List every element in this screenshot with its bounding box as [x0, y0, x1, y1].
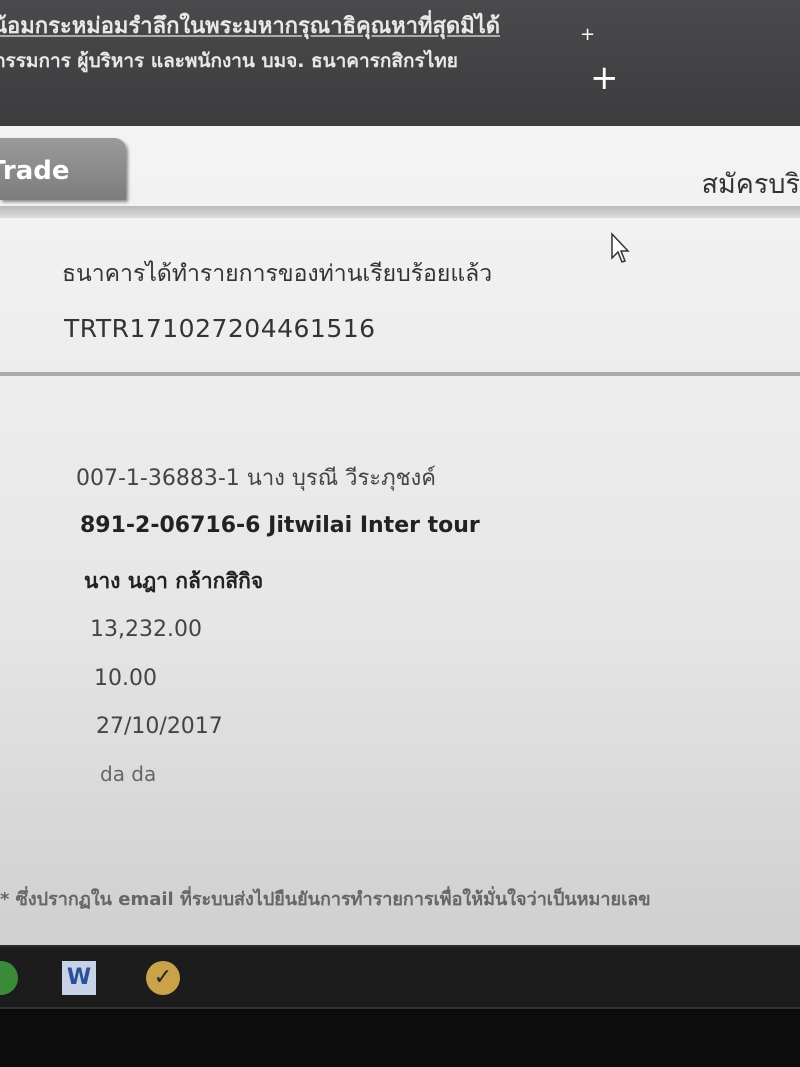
- from-account: 007-1-36883-1 นาง บุรณี วีระภุชงค์: [76, 466, 436, 491]
- transfer-date: 27/10/2017: [96, 714, 223, 739]
- mouse-cursor-icon: [611, 232, 630, 263]
- recipient-name: นาง นฎา กล้ากสิกิจ: [84, 569, 264, 593]
- register-link[interactable]: สมัครบริ: [702, 162, 800, 205]
- app-green-icon[interactable]: [0, 961, 18, 995]
- taskbar: W ✓: [0, 945, 800, 1007]
- checkmark-app-icon[interactable]: ✓: [146, 961, 180, 995]
- amount: 13,232.00: [90, 617, 202, 642]
- divider: [0, 372, 800, 376]
- fee: 10.00: [94, 666, 157, 691]
- success-message: ธนาคารได้ทำรายการของท่านเรียบร้อยแล้ว: [62, 261, 493, 287]
- monitor-bezel: [0, 1007, 800, 1067]
- note: da da: [100, 762, 157, 786]
- sparkle-icon: +: [580, 24, 596, 45]
- header-banner: น้อมกระหม่อมรำลึกในพระมหากรุณาธิคุณหาที่…: [0, 0, 800, 128]
- word-icon[interactable]: W: [62, 961, 96, 995]
- banner-line-2: กรรมการ ผู้บริหาร และพนักงาน บมจ. ธนาคาร…: [0, 50, 458, 72]
- tab-label: Trade: [0, 156, 70, 186]
- footer-note: * ซึ่งปรากฏใน email ที่ระบบส่งไปยืนยันกา…: [0, 889, 651, 910]
- banner-line-1: น้อมกระหม่อมรำลึกในพระมหากรุณาธิคุณหาที่…: [0, 14, 501, 39]
- divider: [0, 206, 800, 218]
- transaction-reference: TRTR171027204461516: [64, 314, 376, 343]
- to-account: 891-2-06716-6 Jitwilai Inter tour: [80, 513, 480, 538]
- tab-trade[interactable]: Trade: [0, 138, 126, 200]
- sparkle-icon: +: [590, 58, 619, 98]
